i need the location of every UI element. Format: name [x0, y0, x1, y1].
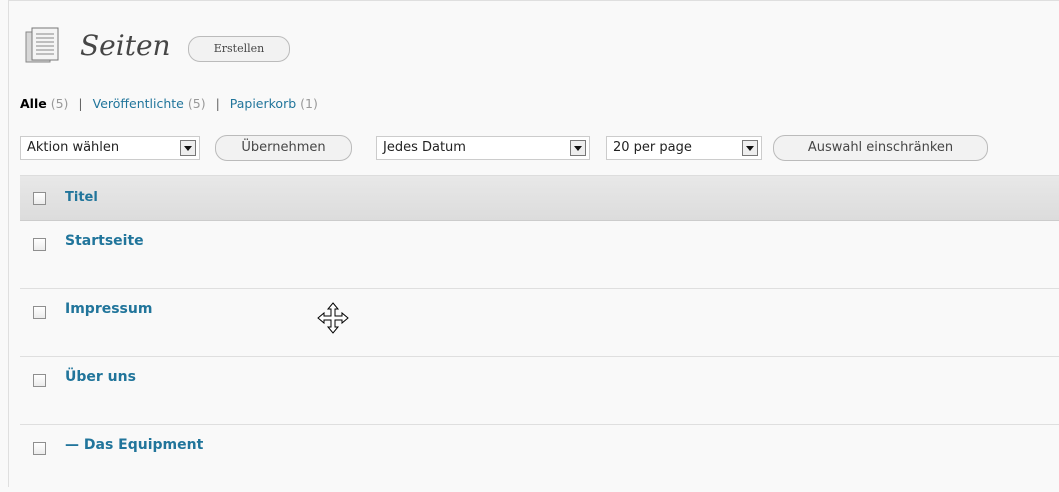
apply-button[interactable]: Übernehmen — [215, 135, 352, 161]
filter-published-count: (5) — [187, 96, 206, 111]
chevron-down-icon[interactable] — [570, 140, 586, 156]
filter-button[interactable]: Auswahl einschränken — [773, 135, 988, 161]
filter-all-count: (5) — [50, 96, 69, 111]
table-row: — Das Equipment — [20, 425, 1059, 492]
row-checkbox[interactable] — [33, 306, 46, 319]
page-title: Seiten — [80, 29, 171, 62]
filter-all[interactable]: Alle — [20, 96, 47, 111]
filter-trash-count: (1) — [300, 96, 318, 111]
table-header: Titel — [20, 175, 1059, 221]
select-all-checkbox[interactable] — [33, 192, 46, 205]
row-title-link[interactable]: Impressum — [65, 301, 152, 317]
filter-published[interactable]: Veröffentlichte — [93, 96, 184, 111]
pages-table: Titel Startseite Impressum Über uns — Da… — [20, 175, 1059, 492]
table-row: Über uns — [20, 357, 1059, 425]
date-filter-value: Jedes Datum — [383, 140, 466, 155]
pages-icon — [25, 27, 59, 63]
filter-separator: | — [215, 96, 220, 111]
bulk-action-select[interactable]: Aktion wählen — [20, 136, 200, 160]
row-title-link[interactable]: Startseite — [65, 233, 144, 249]
row-checkbox[interactable] — [33, 442, 46, 455]
chevron-down-icon[interactable] — [742, 140, 758, 156]
table-row: Startseite — [20, 221, 1059, 289]
bulk-action-value: Aktion wählen — [27, 140, 120, 155]
filter-trash[interactable]: Papierkorb — [230, 96, 296, 111]
row-checkbox[interactable] — [33, 238, 46, 251]
move-cursor-icon — [317, 302, 349, 334]
table-row: Impressum — [20, 289, 1059, 357]
filter-separator: | — [78, 96, 83, 111]
create-page-button[interactable]: Erstellen — [188, 36, 290, 62]
status-filter-list: Alle (5) | Veröffentlichte (5) | Papierk… — [20, 96, 318, 111]
chevron-down-icon[interactable] — [180, 140, 196, 156]
row-checkbox[interactable] — [33, 374, 46, 387]
row-title-link[interactable]: Über uns — [65, 369, 136, 385]
row-title-link[interactable]: — Das Equipment — [65, 437, 203, 453]
date-filter-select[interactable]: Jedes Datum — [376, 136, 590, 160]
column-title-header[interactable]: Titel — [65, 190, 98, 205]
per-page-select[interactable]: 20 per page — [606, 136, 762, 160]
per-page-value: 20 per page — [613, 140, 692, 155]
